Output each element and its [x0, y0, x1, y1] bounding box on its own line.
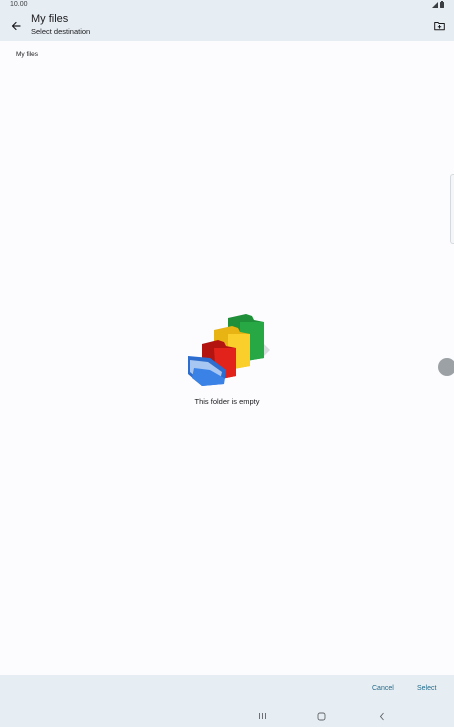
title-group: My files Select destination [31, 13, 90, 37]
back-button[interactable] [8, 18, 24, 34]
home-button[interactable] [314, 709, 328, 723]
status-time: 10.00 [10, 1, 28, 8]
new-folder-button[interactable] [432, 19, 446, 33]
empty-message: This folder is empty [194, 397, 260, 406]
floating-handle[interactable] [438, 358, 454, 376]
breadcrumb[interactable]: My files [16, 51, 38, 58]
status-bar: 10.00 [0, 0, 454, 11]
nav-back-button[interactable] [375, 709, 389, 723]
folder-add-icon [433, 22, 445, 31]
cancel-button[interactable]: Cancel [372, 685, 394, 692]
recents-icon [258, 713, 266, 719]
arrow-left-icon [11, 21, 21, 31]
page-title: My files [31, 13, 69, 25]
recents-button[interactable] [255, 709, 269, 723]
navigation-bar [0, 705, 454, 727]
page-subtitle: Select destination [31, 27, 91, 36]
back-chevron-icon [379, 712, 384, 720]
battery-icon [440, 1, 444, 8]
edge-panel-handle[interactable] [450, 174, 454, 244]
status-icons [432, 1, 444, 8]
app-bar: My files Select destination [0, 11, 454, 41]
empty-folders-illustration [188, 314, 270, 386]
select-button[interactable]: Select [417, 685, 436, 692]
home-icon [317, 712, 325, 720]
signal-icon [432, 1, 438, 8]
